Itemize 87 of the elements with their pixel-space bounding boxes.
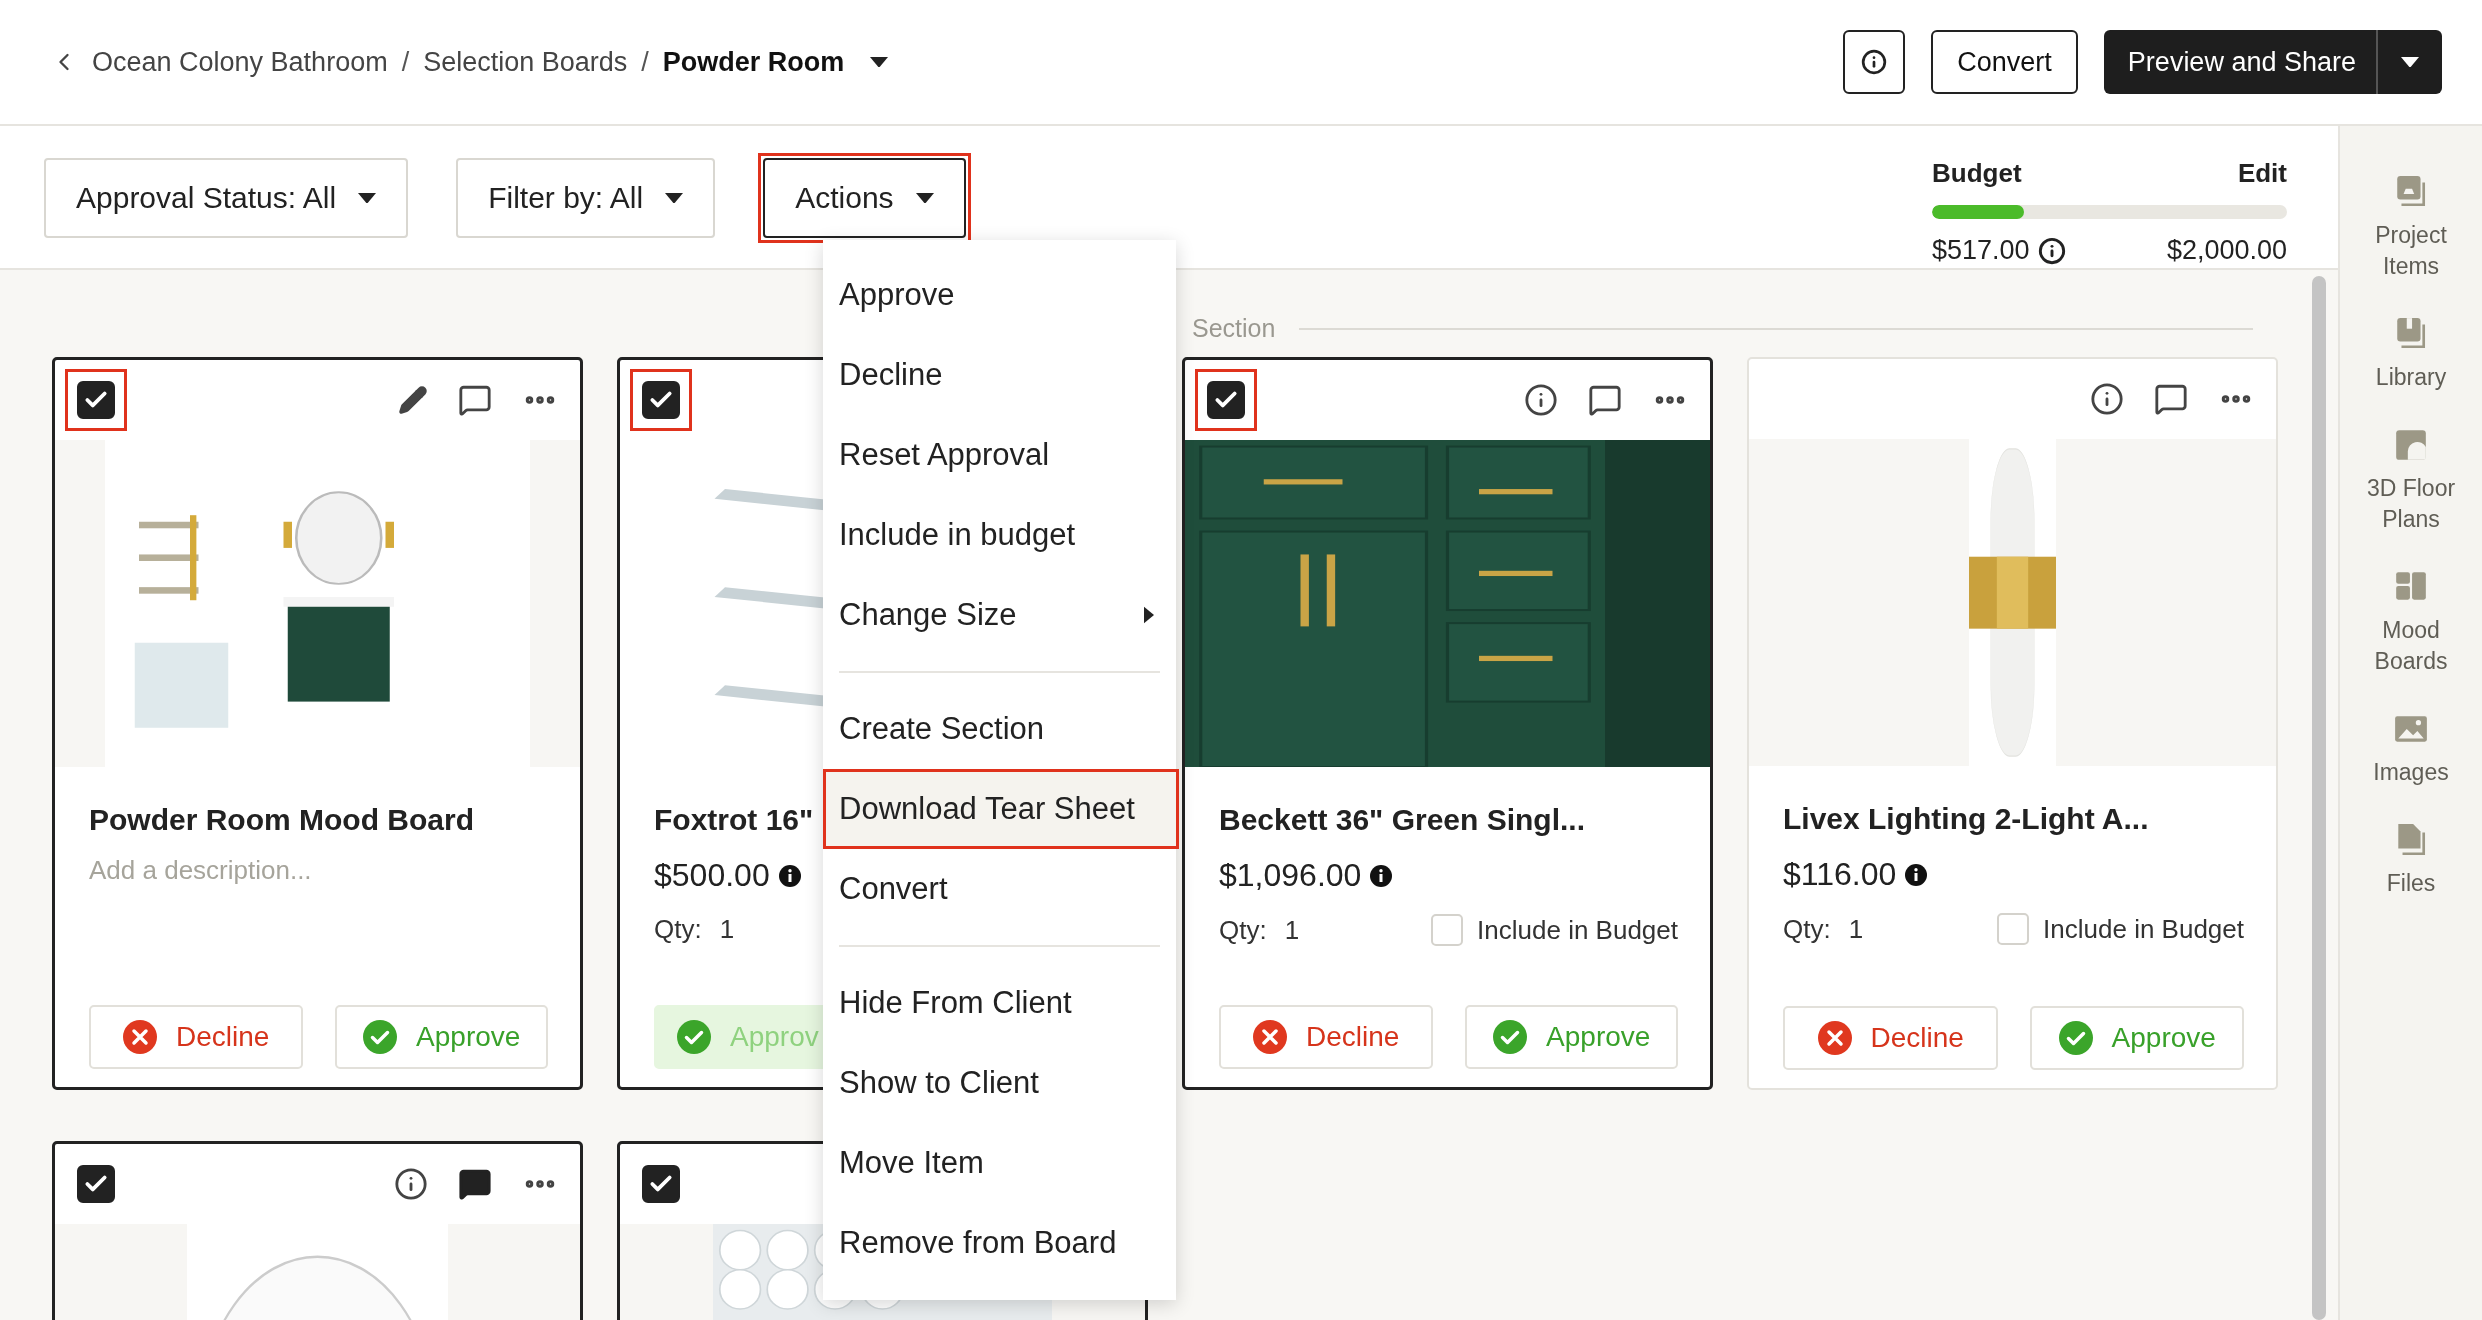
approve-icon bbox=[1492, 1019, 1529, 1055]
decline-button[interactable]: Decline bbox=[1219, 1005, 1433, 1069]
sidebar-item[interactable]: Files bbox=[2346, 822, 2476, 900]
info-icon bbox=[1904, 862, 1929, 887]
breadcrumb-separator: / bbox=[401, 46, 410, 78]
menu-item[interactable]: Decline bbox=[823, 335, 1176, 415]
sidebar-item[interactable]: Project Items bbox=[2346, 174, 2476, 283]
qty-label: Qty: bbox=[1783, 913, 1831, 945]
menu-item[interactable]: Change Size bbox=[823, 575, 1176, 655]
menu-item[interactable]: Convert bbox=[823, 849, 1176, 929]
decline-icon bbox=[1816, 1020, 1853, 1056]
decline-icon bbox=[1252, 1019, 1289, 1055]
section-label: Section bbox=[1192, 314, 1276, 343]
breadcrumb-current[interactable]: Powder Room bbox=[662, 46, 845, 78]
pencil-icon[interactable] bbox=[398, 385, 428, 415]
select-checkbox[interactable] bbox=[77, 381, 115, 419]
menu-item[interactable]: Hide From Client bbox=[823, 963, 1176, 1043]
budget-checkbox[interactable] bbox=[1997, 913, 2030, 945]
preview-share-button[interactable]: Preview and Share bbox=[2103, 30, 2376, 94]
edit-link[interactable]: Edit bbox=[2237, 158, 2287, 189]
card-title: Powder Room Mood Board bbox=[89, 803, 474, 837]
decline-button[interactable]: Decline bbox=[1783, 1006, 1998, 1070]
comment-icon[interactable] bbox=[458, 1167, 492, 1201]
qty-label: Qty: bbox=[1219, 914, 1267, 946]
card-title: Livex Lighting 2-Light A... bbox=[1783, 802, 2149, 836]
caret-icon bbox=[915, 192, 934, 204]
info-button[interactable] bbox=[1843, 30, 1906, 94]
comment-icon[interactable] bbox=[1588, 383, 1622, 417]
budget-total: $2,000.00 bbox=[2166, 235, 2287, 266]
select-checkbox[interactable] bbox=[77, 1165, 115, 1203]
menu-item[interactable]: Show to Client bbox=[823, 1043, 1176, 1123]
info-icon bbox=[777, 863, 802, 888]
filter-dropdown[interactable]: Actions bbox=[763, 158, 966, 238]
select-checkbox[interactable] bbox=[642, 381, 680, 419]
include-label: Include in Budget bbox=[2043, 913, 2244, 945]
approve-icon bbox=[676, 1019, 712, 1055]
comment-icon[interactable] bbox=[2154, 382, 2188, 416]
caret-icon bbox=[665, 192, 684, 204]
info-icon[interactable] bbox=[394, 1167, 428, 1201]
menu-item[interactable]: Approve bbox=[823, 255, 1176, 335]
select-checkbox[interactable] bbox=[642, 1165, 680, 1203]
caret-icon bbox=[2401, 56, 2419, 68]
sidebar-item[interactable]: Images bbox=[2346, 711, 2476, 789]
info-icon bbox=[1369, 863, 1394, 888]
sidebar-item[interactable]: Mood Boards bbox=[2346, 569, 2476, 678]
filter-dropdown[interactable]: Filter by: All bbox=[456, 158, 716, 238]
price: $500.00 bbox=[654, 857, 770, 894]
caret-icon bbox=[870, 56, 889, 68]
budget-spent: $517.00 bbox=[1932, 235, 2030, 266]
price: $1,096.00 bbox=[1219, 857, 1362, 894]
breadcrumb-link[interactable]: Selection Boards bbox=[423, 46, 628, 78]
submenu-arrow-icon bbox=[1144, 606, 1154, 624]
qty-value: 1 bbox=[1848, 913, 1864, 945]
include-label: Include in Budget bbox=[1477, 914, 1678, 946]
breadcrumb-link[interactable]: Ocean Colony Bathroom bbox=[92, 46, 388, 78]
budget-checkbox[interactable] bbox=[1431, 914, 1464, 946]
card-title: Foxtrot 16" bbox=[654, 803, 814, 837]
approve-icon bbox=[2057, 1020, 2094, 1056]
info-icon[interactable] bbox=[1524, 383, 1558, 417]
menu-item[interactable]: Include in budget bbox=[823, 495, 1176, 575]
caret-icon bbox=[358, 192, 377, 204]
menu-item[interactable]: Reset Approval bbox=[823, 415, 1176, 495]
scrollbar[interactable] bbox=[2312, 276, 2326, 1320]
menu-item[interactable]: Create Section bbox=[823, 689, 1176, 769]
menu-item[interactable]: Remove from Board bbox=[823, 1203, 1176, 1283]
comment-icon[interactable] bbox=[458, 383, 492, 417]
dropdown-button[interactable] bbox=[2376, 30, 2442, 94]
price: $116.00 bbox=[1783, 856, 1897, 893]
info-icon bbox=[1861, 49, 1888, 75]
sidebar-item[interactable]: Library bbox=[2346, 316, 2476, 394]
select-checkbox[interactable] bbox=[1207, 381, 1245, 419]
info-icon[interactable] bbox=[2037, 236, 2066, 265]
qty-label: Qty: bbox=[654, 914, 702, 945]
qty-value: 1 bbox=[719, 914, 735, 945]
decline-icon bbox=[122, 1019, 159, 1055]
card-title: Beckett 36" Green Singl... bbox=[1219, 803, 1586, 837]
sidebar-item[interactable]: 3D Floor Plans bbox=[2346, 427, 2476, 536]
menu-item[interactable]: Move Item bbox=[823, 1123, 1176, 1203]
budget-title: Budget bbox=[1932, 158, 2022, 189]
qty-value: 1 bbox=[1284, 914, 1300, 946]
decline-button[interactable]: Decline bbox=[89, 1005, 303, 1069]
filter-dropdown[interactable]: Approval Status: All bbox=[44, 158, 409, 238]
approve-icon bbox=[362, 1019, 399, 1055]
breadcrumb-separator: / bbox=[641, 46, 649, 78]
menu-item[interactable]: Download Tear Sheet bbox=[823, 769, 1179, 849]
info-icon[interactable] bbox=[2090, 382, 2124, 416]
convert-button[interactable]: Convert bbox=[1931, 30, 2078, 94]
